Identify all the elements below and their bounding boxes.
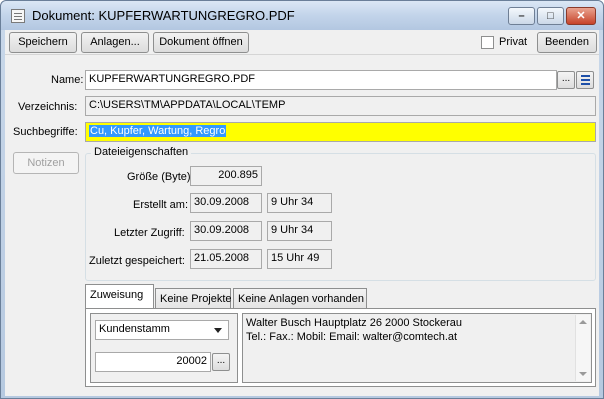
contact-line-2: Tel.: Fax.: Mobil: Email: walter@comtech… [246, 331, 458, 343]
category-dropdown[interactable]: Kundenstamm [95, 320, 229, 340]
browse-button[interactable]: ... [557, 71, 575, 89]
scroll-up-icon[interactable] [579, 320, 587, 324]
close-button[interactable]: ✕ [566, 7, 596, 25]
name-field[interactable]: KUPFERWARTUNGREGRO.PDF [85, 70, 557, 90]
document-window: Dokument: KUPFERWARTUNGREGRO.PDF – □ ✕ S… [0, 0, 604, 399]
accessed-date-field[interactable]: 30.09.2008 [190, 221, 262, 241]
keywords-field[interactable]: Cu, Kupfer, Wartung, Regro [85, 122, 596, 142]
tab-assignment[interactable]: Zuweisung [85, 284, 154, 309]
created-time-field[interactable]: 9 Uhr 34 [267, 193, 332, 213]
attachments-button[interactable]: Anlagen... [81, 32, 149, 53]
minimize-icon: – [518, 10, 525, 22]
client-area: Speichern Anlagen... Dokument öffnen Pri… [5, 30, 599, 396]
maximize-button[interactable]: □ [537, 7, 564, 25]
tab-attachments[interactable]: Keine Anlagen vorhanden [233, 288, 367, 310]
number-browse-button[interactable]: ... [212, 353, 230, 371]
directory-field[interactable]: C:\USERS\TM\APPDATA\LOCAL\TEMP [85, 96, 596, 116]
created-date-field[interactable]: 30.09.2008 [190, 193, 262, 213]
toolbar-separator [5, 54, 599, 55]
close-icon: ✕ [576, 10, 586, 22]
accessed-label: Letzter Zugriff: [114, 227, 185, 239]
tab-projects[interactable]: Keine Projekte [155, 288, 232, 310]
saved-time-field[interactable]: 15 Uhr 49 [267, 249, 332, 269]
keywords-selection: Cu, Kupfer, Wartung, Regro [89, 125, 227, 137]
number-field[interactable]: 20002 [95, 352, 211, 372]
exit-button[interactable]: Beenden [537, 32, 597, 53]
chevron-down-icon[interactable] [210, 323, 226, 337]
accessed-time-field[interactable]: 9 Uhr 34 [267, 221, 332, 241]
saved-label: Zuletzt gespeichert: [89, 255, 185, 267]
notes-button[interactable]: Notizen [13, 152, 79, 174]
minimize-button[interactable]: – [508, 7, 535, 25]
size-label: Größe (Byte): [127, 171, 194, 183]
window-title: Dokument: KUPFERWARTUNGREGRO.PDF [32, 8, 295, 23]
open-document-button[interactable]: Dokument öffnen [153, 32, 249, 53]
contact-line-1: Walter Busch Hauptplatz 26 2000 Stockera… [246, 317, 463, 329]
scroll-down-icon[interactable] [579, 372, 587, 376]
title-bar[interactable]: Dokument: KUPFERWARTUNGREGRO.PDF – □ ✕ [1, 1, 603, 30]
file-properties-title: Dateieigenschaften [91, 146, 192, 158]
created-label: Erstellt am: [133, 199, 189, 211]
keywords-label: Suchbegriffe: [13, 126, 78, 138]
list-icon[interactable] [576, 71, 594, 89]
directory-label: Verzeichnis: [18, 101, 78, 113]
contact-box: Walter Busch Hauptplatz 26 2000 Stockera… [242, 313, 592, 383]
category-value: Kundenstamm [99, 323, 170, 335]
assignment-panel: Kundenstamm 20002 ... Walter Busch Haupt… [85, 308, 596, 387]
name-label: Name: [51, 74, 84, 86]
save-button[interactable]: Speichern [9, 32, 77, 53]
maximize-icon: □ [547, 10, 554, 22]
document-icon [11, 9, 25, 23]
size-field[interactable]: 200.895 [190, 166, 262, 186]
saved-date-field[interactable]: 21.05.2008 [190, 249, 262, 269]
contact-scrollbar[interactable] [575, 315, 590, 381]
private-label: Privat [499, 36, 528, 48]
assignment-box: Kundenstamm 20002 ... [90, 313, 238, 383]
private-checkbox[interactable] [481, 36, 494, 49]
